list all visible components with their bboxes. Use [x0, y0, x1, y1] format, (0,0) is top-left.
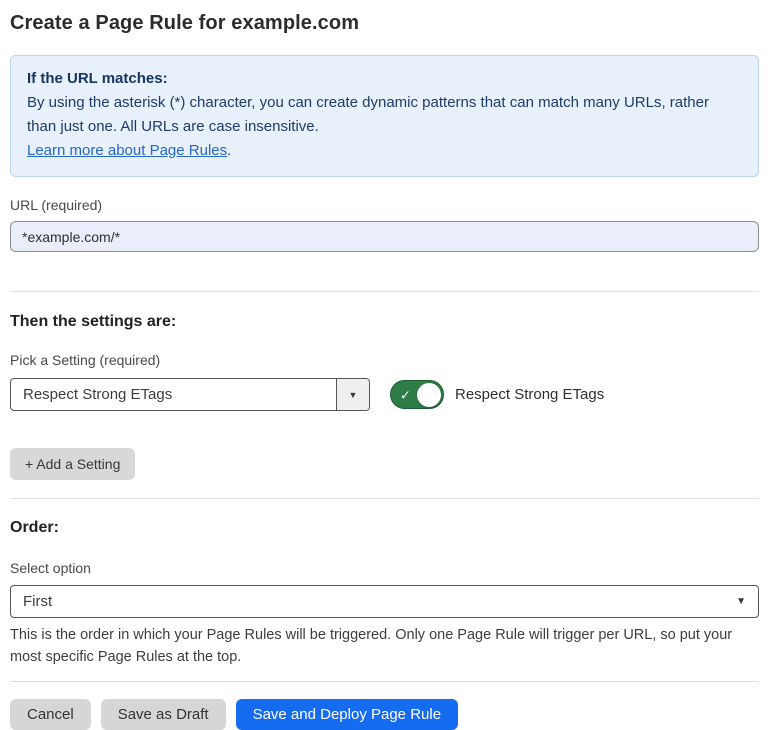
order-select-label: Select option [10, 560, 759, 576]
divider [10, 291, 759, 292]
info-box-heading: If the URL matches: [27, 67, 742, 91]
order-dropdown[interactable]: First ▼ [10, 585, 759, 618]
order-dropdown-value: First [23, 593, 52, 610]
setting-dropdown[interactable]: Respect Strong ETags ▼ [10, 378, 370, 411]
divider [10, 681, 759, 682]
settings-section-heading: Then the settings are: [10, 313, 759, 331]
pick-setting-label: Pick a Setting (required) [10, 352, 759, 368]
info-box-link-line: Learn more about Page Rules. [27, 139, 742, 163]
setting-dropdown-value: Respect Strong ETags [11, 379, 336, 410]
page-title: Create a Page Rule for example.com [10, 12, 759, 35]
setting-toggle[interactable]: ✓ [390, 380, 444, 409]
url-input[interactable] [10, 221, 759, 252]
link-period: . [227, 142, 231, 159]
chevron-down-icon: ▼ [349, 390, 358, 400]
save-and-deploy-button[interactable]: Save and Deploy Page Rule [236, 699, 458, 730]
check-icon: ✓ [400, 388, 411, 401]
cancel-button[interactable]: Cancel [10, 699, 91, 730]
setting-dropdown-arrow-button[interactable]: ▼ [336, 379, 369, 410]
footer-actions: Cancel Save as Draft Save and Deploy Pag… [10, 699, 759, 730]
save-as-draft-button[interactable]: Save as Draft [101, 699, 226, 730]
order-section-heading: Order: [10, 519, 759, 537]
learn-more-link[interactable]: Learn more about Page Rules [27, 142, 227, 159]
add-setting-button[interactable]: + Add a Setting [10, 448, 135, 480]
info-box-body: By using the asterisk (*) character, you… [27, 91, 742, 139]
divider [10, 498, 759, 499]
order-help-text: This is the order in which your Page Rul… [10, 624, 759, 668]
url-field-label: URL (required) [10, 197, 759, 213]
setting-row: Respect Strong ETags ▼ ✓ Respect Strong … [10, 378, 759, 411]
setting-toggle-label: Respect Strong ETags [455, 386, 604, 403]
toggle-knob [417, 383, 441, 407]
chevron-down-icon: ▼ [736, 596, 746, 607]
url-match-info-box: If the URL matches: By using the asteris… [10, 55, 759, 177]
